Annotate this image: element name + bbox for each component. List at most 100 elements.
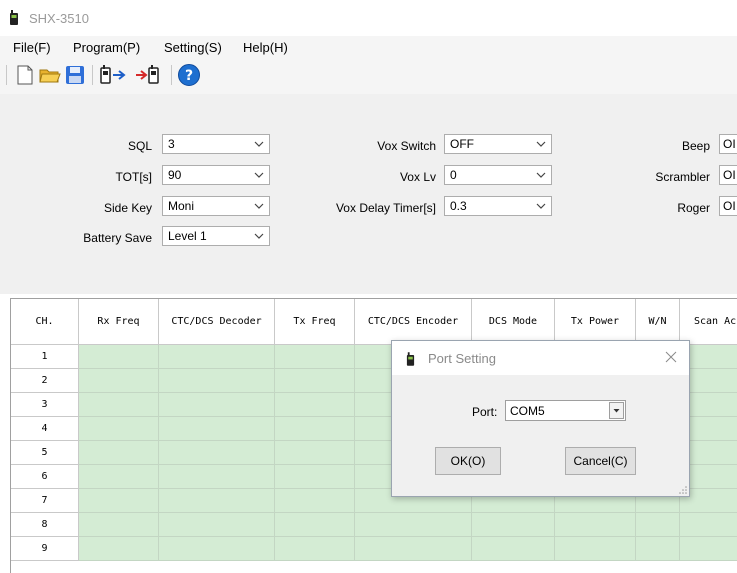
grid-cell[interactable] (159, 393, 275, 417)
chevron-down-icon (536, 141, 546, 147)
grid-cell[interactable] (275, 417, 355, 441)
sql-label: SQL (127, 139, 152, 153)
beep-label: Beep (681, 139, 710, 153)
grid-cell[interactable] (355, 513, 472, 537)
tot-value: 90 (168, 168, 182, 182)
column-header-rx-freq[interactable]: Rx Freq (79, 299, 159, 345)
grid-cell[interactable] (275, 441, 355, 465)
column-header-tx-freq[interactable]: Tx Freq (275, 299, 355, 345)
grid-cell[interactable] (79, 369, 159, 393)
row-header[interactable]: 7 (11, 489, 79, 513)
grid-cell[interactable] (79, 393, 159, 417)
roger-value: OI (723, 199, 736, 213)
grid-cell[interactable] (159, 417, 275, 441)
menu-bar: File(F) Program(P) Setting(S) Help(H) (0, 36, 737, 58)
side-key-value: Moni (168, 199, 195, 213)
row-header[interactable]: 5 (11, 441, 79, 465)
scrambler-select[interactable]: OI (719, 165, 737, 185)
grid-cell[interactable] (159, 465, 275, 489)
grid-cell[interactable] (275, 465, 355, 489)
grid-cell[interactable] (472, 537, 555, 561)
column-header-scan-add[interactable]: Scan Ac (680, 299, 737, 345)
grid-cell[interactable] (636, 513, 680, 537)
grid-cell[interactable] (159, 513, 275, 537)
grid-cell[interactable] (275, 345, 355, 369)
grid-cell[interactable] (555, 537, 636, 561)
column-header-w-n[interactable]: W/N (636, 299, 680, 345)
grid-cell[interactable] (79, 465, 159, 489)
vox-delay-select[interactable]: 0.3 (444, 196, 552, 216)
menu-setting[interactable]: Setting(S) (164, 40, 222, 55)
grid-cell[interactable] (636, 537, 680, 561)
port-select[interactable]: COM5 (505, 400, 626, 421)
row-header[interactable]: 4 (11, 417, 79, 441)
chevron-down-icon (254, 203, 264, 209)
row-header[interactable]: 8 (11, 513, 79, 537)
row-header[interactable]: 3 (11, 393, 79, 417)
grid-cell[interactable] (159, 441, 275, 465)
grid-cell[interactable] (355, 537, 472, 561)
column-header-ctc-dcs-encoder[interactable]: CTC/DCS Encoder (355, 299, 472, 345)
grid-cell[interactable] (79, 537, 159, 561)
chevron-down-icon (254, 233, 264, 239)
row-header[interactable]: 2 (11, 369, 79, 393)
grid-cell[interactable] (159, 345, 275, 369)
grid-cell[interactable] (79, 441, 159, 465)
roger-select[interactable]: OI (719, 196, 737, 216)
menu-file[interactable]: File(F) (13, 40, 51, 55)
row-header[interactable]: 9 (11, 537, 79, 561)
open-folder-icon[interactable] (38, 63, 62, 87)
menu-help[interactable]: Help(H) (243, 40, 288, 55)
grid-cell[interactable] (79, 345, 159, 369)
row-header[interactable]: 6 (11, 465, 79, 489)
svg-text:?: ? (185, 68, 193, 84)
title-bar: SHX-3510 (0, 0, 737, 36)
close-icon[interactable] (665, 351, 677, 363)
grid-cell[interactable] (79, 489, 159, 513)
radio-app-icon (10, 10, 18, 25)
battery-save-select[interactable]: Level 1 (162, 226, 270, 246)
menu-program[interactable]: Program(P) (73, 40, 140, 55)
save-icon[interactable] (63, 63, 87, 87)
write-radio-icon[interactable] (135, 63, 169, 87)
grid-cell[interactable] (680, 537, 737, 561)
column-header-ctc-dcs-decoder[interactable]: CTC/DCS Decoder (159, 299, 275, 345)
grid-cell[interactable] (472, 513, 555, 537)
row-header[interactable]: 1 (11, 345, 79, 369)
vox-delay-label: Vox Delay Timer[s] (335, 201, 436, 215)
port-dropdown-button[interactable] (609, 402, 624, 419)
grid-cell[interactable] (159, 537, 275, 561)
column-header-dcs-mode[interactable]: DCS Mode (472, 299, 555, 345)
grid-cell[interactable] (555, 513, 636, 537)
grid-cell[interactable] (275, 393, 355, 417)
side-key-select[interactable]: Moni (162, 196, 270, 216)
tot-select[interactable]: 90 (162, 165, 270, 185)
grid-cell[interactable] (275, 513, 355, 537)
resize-grip-icon[interactable] (679, 486, 687, 494)
grid-cell[interactable] (275, 537, 355, 561)
window-title: SHX-3510 (29, 11, 89, 26)
read-radio-icon[interactable] (99, 63, 133, 87)
grid-cell[interactable] (275, 489, 355, 513)
column-header-tx-power[interactable]: Tx Power (555, 299, 636, 345)
beep-select[interactable]: OI (719, 134, 737, 154)
grid-cell[interactable] (159, 489, 275, 513)
toolbar: ? (0, 58, 737, 94)
vox-switch-label: Vox Switch (377, 139, 436, 153)
help-icon[interactable]: ? (177, 63, 201, 87)
vox-switch-value: OFF (450, 137, 474, 151)
ok-button[interactable]: OK(O) (435, 447, 501, 475)
cancel-button[interactable]: Cancel(C) (565, 447, 636, 475)
grid-cell[interactable] (680, 513, 737, 537)
vox-switch-select[interactable]: OFF (444, 134, 552, 154)
sql-select[interactable]: 3 (162, 134, 270, 154)
vox-lv-select[interactable]: 0 (444, 165, 552, 185)
column-header-ch[interactable]: CH. (11, 299, 79, 345)
dropdown-arrow-icon (613, 409, 620, 413)
settings-panel: SQL 3 TOT[s] 90 Side Key Moni Battery Sa… (0, 94, 737, 294)
new-file-icon[interactable] (13, 63, 37, 87)
grid-cell[interactable] (79, 417, 159, 441)
grid-cell[interactable] (275, 369, 355, 393)
grid-cell[interactable] (159, 369, 275, 393)
grid-cell[interactable] (79, 513, 159, 537)
